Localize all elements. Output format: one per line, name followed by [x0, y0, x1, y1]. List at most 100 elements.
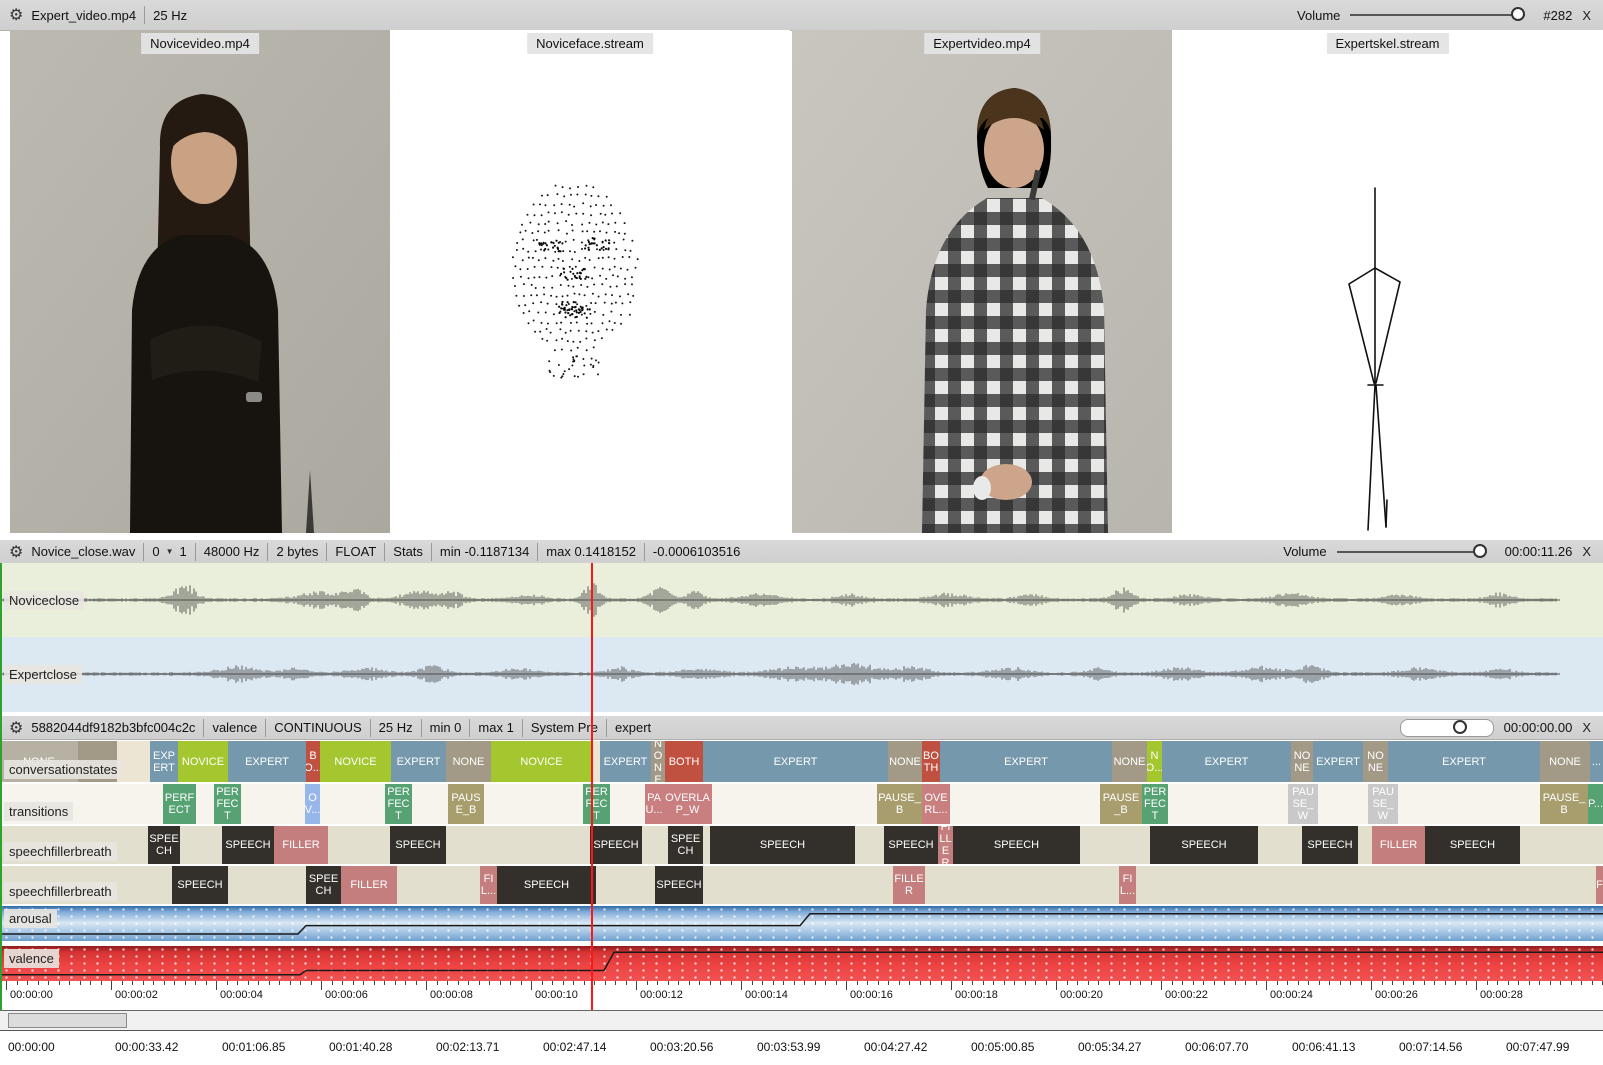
- annotation-segment[interactable]: PERFECT: [583, 784, 610, 824]
- annotation-segment[interactable]: BOTH: [665, 741, 703, 782]
- slider-knob[interactable]: [1511, 7, 1526, 21]
- slider-knob[interactable]: [1472, 543, 1487, 558]
- confidence-slider[interactable]: [1399, 718, 1494, 737]
- annotation-segment[interactable]: NONE: [888, 741, 922, 782]
- annotation-segment[interactable]: FILLER: [341, 866, 397, 904]
- annotation-segment[interactable]: EXPERT: [1388, 741, 1540, 782]
- annotation-segment[interactable]: PERFECT: [1142, 784, 1168, 824]
- annotation-segment[interactable]: PAUSE_B: [1100, 784, 1142, 824]
- annotation-segment[interactable]: NOVICE: [320, 741, 391, 782]
- annotation-segment[interactable]: EXPERT: [228, 741, 306, 782]
- annotation-segment[interactable]: SPEECH: [655, 866, 703, 904]
- annotation-segment[interactable]: PERFECT: [163, 784, 196, 824]
- annotation-segment[interactable]: EXPERT: [600, 741, 651, 782]
- close-button[interactable]: X: [1582, 720, 1591, 735]
- annotation-segment[interactable]: FIL...: [1119, 866, 1136, 904]
- continuous-track-valence[interactable]: valence: [0, 946, 1603, 981]
- annotation-segment[interactable]: SPEECH: [884, 826, 938, 864]
- annotation-segment[interactable]: SPEECH: [1302, 826, 1358, 864]
- annotation-segment[interactable]: EXPERT: [1313, 741, 1363, 782]
- settings-gear-icon[interactable]: ⚙: [9, 5, 23, 25]
- annotation-segment[interactable]: EXPERT: [940, 741, 1112, 782]
- minor-tick: [1308, 981, 1309, 985]
- timeline-label: 00:07:47.99: [1506, 1040, 1570, 1054]
- video-volume-slider[interactable]: [1350, 7, 1526, 23]
- time-ruler[interactable]: 00:00:00 00:00:02 00:00:04 00:00:06 00:00:08…: [0, 981, 1603, 1010]
- minor-tick: [1465, 981, 1467, 985]
- annotation-segment[interactable]: SPEECH: [953, 826, 1080, 864]
- minor-tick: [37, 981, 39, 985]
- annotation-segment[interactable]: PAUSE_B: [877, 784, 922, 824]
- minor-tick: [1245, 981, 1246, 985]
- track-label: speechfillerbreath: [4, 842, 117, 861]
- annotation-segment[interactable]: NONE: [1291, 741, 1313, 782]
- annotation-segment[interactable]: P...: [1588, 784, 1603, 824]
- settings-gear-icon[interactable]: ⚙: [9, 542, 23, 562]
- annotation-segment[interactable]: BOTH: [922, 741, 940, 782]
- annotation-track-conversationstates[interactable]: NONEEXPERTNOVICEEXPERTBO...NOVICEEXPERTN…: [0, 741, 1603, 782]
- annotation-track-speechfillerbreath[interactable]: SPEECH SPEECH FILLER FIL... SPEECH SPEECH FILL…: [0, 866, 1603, 904]
- annotation-segment[interactable]: PAU...: [645, 784, 663, 824]
- stats-button[interactable]: Stats: [393, 544, 423, 559]
- annotation-segment[interactable]: SPEECH: [668, 826, 703, 864]
- annotation-segment[interactable]: SPEECH: [1425, 826, 1520, 864]
- annotation-segment[interactable]: FIL...: [480, 866, 497, 904]
- chevron-down-icon[interactable]: ▼: [166, 547, 174, 556]
- selection-start-marker[interactable]: [0, 563, 2, 1010]
- annotation-segment[interactable]: ...: [1590, 741, 1603, 782]
- annotation-segment[interactable]: BO...: [306, 741, 320, 782]
- waveform-track-noviceclose[interactable]: Noviceclose: [0, 563, 1603, 637]
- settings-gear-icon[interactable]: ⚙: [9, 718, 23, 738]
- annotation-segment[interactable]: NONE: [1540, 741, 1590, 782]
- annotation-segment[interactable]: SPEECH: [222, 826, 274, 864]
- annotation-segment[interactable]: PAUSE_W: [1368, 784, 1398, 824]
- ruler-label: 00:00:04: [220, 989, 263, 1001]
- close-button[interactable]: X: [1582, 544, 1591, 559]
- playhead-cursor[interactable]: [591, 563, 593, 1010]
- session-timeline[interactable]: 00:00:00 00:00:33.42 00:01:06.85 00:01:40.2…: [0, 1030, 1603, 1065]
- annotation-segment[interactable]: PAUSE_B: [448, 784, 484, 824]
- annotation-track-transitions[interactable]: PERFECT PERFECT OV... PERFECT PAUSE_B PERFECT…: [0, 784, 1603, 824]
- annotation-segment[interactable]: PERFECT: [214, 784, 241, 824]
- annotation-segment[interactable]: FILLER: [893, 866, 925, 904]
- annotation-segment[interactable]: EXPERT: [703, 741, 888, 782]
- annotation-segment[interactable]: SPEECH: [1150, 826, 1258, 864]
- annotation-segment[interactable]: EXPERT: [150, 741, 178, 782]
- annotation-segment[interactable]: NOVICE: [178, 741, 228, 782]
- continuous-track-arousal[interactable]: arousal: [0, 906, 1603, 941]
- annotation-segment[interactable]: FILLER: [938, 826, 953, 864]
- annotation-segment[interactable]: NONE: [1112, 741, 1147, 782]
- annotation-segment[interactable]: SPEECH: [148, 826, 180, 864]
- annotation-segment[interactable]: NOVICE: [491, 741, 592, 782]
- scrollbar-thumb[interactable]: [8, 1013, 127, 1028]
- annotation-segment[interactable]: OVERL...: [922, 784, 950, 824]
- minor-tick: [1129, 981, 1131, 985]
- annotation-segment[interactable]: FILLER: [1372, 826, 1425, 864]
- annotation-segment[interactable]: NONE: [446, 741, 491, 782]
- waveform-track-expertclose[interactable]: Expertclose: [0, 637, 1603, 712]
- annotation-segment[interactable]: OV...: [305, 784, 320, 824]
- annotation-segment[interactable]: SPEECH: [710, 826, 855, 864]
- annotation-segment[interactable]: NONE: [651, 741, 665, 782]
- annotation-segment[interactable]: PERFECT: [385, 784, 412, 824]
- close-button[interactable]: X: [1582, 8, 1591, 23]
- annotation-segment[interactable]: SPEECH: [390, 826, 446, 864]
- annotation-segment[interactable]: OVERLAP_W: [663, 784, 712, 824]
- annotation-track-speechfillerbreath[interactable]: SPEECH SPEECH FILLER SPEECH SPEECH SPEECH SPEE…: [0, 826, 1603, 864]
- annotation-segment[interactable]: SPEECH: [306, 866, 341, 904]
- audio-volume-slider[interactable]: [1336, 543, 1487, 560]
- annotation-segment[interactable]: SPEECH: [172, 866, 228, 904]
- annotation-segment[interactable]: SPEECH: [590, 826, 642, 864]
- slider-knob[interactable]: [1452, 719, 1467, 734]
- annotation-segment[interactable]: EXPERT: [1162, 741, 1291, 782]
- annotation-segment[interactable]: NONE: [1363, 741, 1388, 782]
- annotation-segment[interactable]: SPEECH: [497, 866, 596, 904]
- horizontal-scrollbar[interactable]: [0, 1010, 1603, 1030]
- annotation-segment[interactable]: EXPERT: [391, 741, 446, 782]
- annotation-segment[interactable]: PAUSE_B: [1540, 784, 1588, 824]
- annotation-segment[interactable]: PAUSE_W: [1288, 784, 1318, 824]
- annotation-segment[interactable]: FILLER: [274, 826, 328, 864]
- annotation-segment[interactable]: NO...: [1147, 741, 1162, 782]
- minor-tick: [919, 981, 921, 985]
- annotation-segment[interactable]: F: [1596, 866, 1603, 904]
